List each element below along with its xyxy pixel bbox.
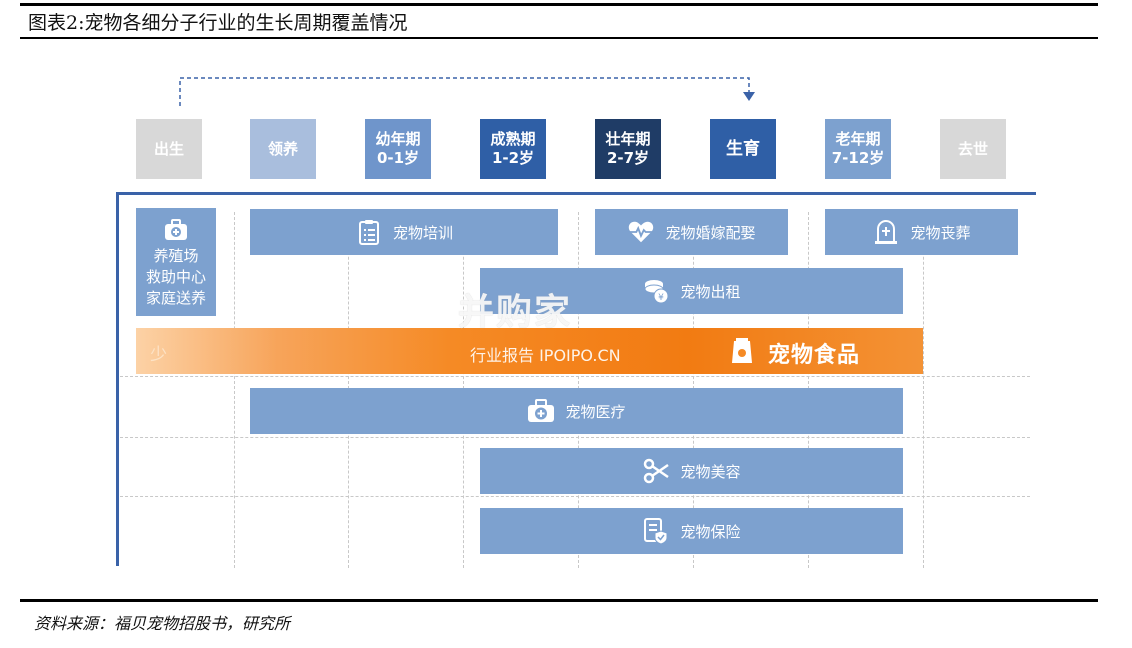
service-medical: 宠物医疗 bbox=[250, 388, 903, 434]
stage-juvenile: 幼年期 0-1岁 bbox=[365, 119, 431, 179]
food-less-label: 少 bbox=[150, 345, 167, 365]
service-training: 宠物培训 bbox=[250, 209, 558, 255]
stage-breeding: 生育 bbox=[710, 119, 776, 179]
insurance-doc-icon bbox=[642, 517, 670, 545]
stage-adoption: 领养 bbox=[250, 119, 316, 179]
watermark-logo: 并购家 bbox=[458, 292, 573, 333]
vertical-axis bbox=[116, 192, 119, 566]
scissors-icon bbox=[642, 457, 670, 485]
watermark-text: 行业报告 IPOIPO.CN bbox=[470, 346, 621, 365]
guide-line bbox=[234, 212, 235, 568]
guide-line bbox=[120, 496, 1030, 497]
stage-senior: 老年期 7-12岁 bbox=[825, 119, 891, 179]
stage-mature: 成熟期 1-2岁 bbox=[480, 119, 546, 179]
guide-line bbox=[923, 212, 924, 568]
tombstone-icon bbox=[872, 218, 900, 246]
stage-birth: 出生 bbox=[136, 119, 202, 179]
breeding-rescue-box: 养殖场 救助中心 家庭送养 bbox=[136, 208, 216, 316]
bottom-rule bbox=[20, 599, 1098, 602]
stage-death: 去世 bbox=[940, 119, 1006, 179]
food-bag-icon bbox=[728, 337, 756, 365]
timeline-axis bbox=[116, 192, 1036, 195]
source-note: 资料来源：福贝宠物招股书，研究所 bbox=[34, 614, 291, 633]
svg-text:¥: ¥ bbox=[659, 293, 665, 303]
service-grooming: 宠物美容 bbox=[480, 448, 903, 494]
guide-line bbox=[120, 376, 1030, 377]
service-insurance: 宠物保险 bbox=[480, 508, 903, 554]
heartbeat-icon bbox=[627, 218, 655, 246]
clipboard-icon bbox=[355, 218, 383, 246]
stage-prime: 壮年期 2-7岁 bbox=[595, 119, 661, 179]
medical-kit-icon bbox=[162, 216, 190, 244]
guide-line bbox=[120, 437, 1030, 438]
service-wedding: 宠物婚嫁配娶 bbox=[595, 209, 788, 255]
coins-icon: ¥ bbox=[642, 277, 670, 305]
service-funeral: 宠物丧葬 bbox=[825, 209, 1018, 255]
medical-kit-icon bbox=[527, 397, 555, 425]
